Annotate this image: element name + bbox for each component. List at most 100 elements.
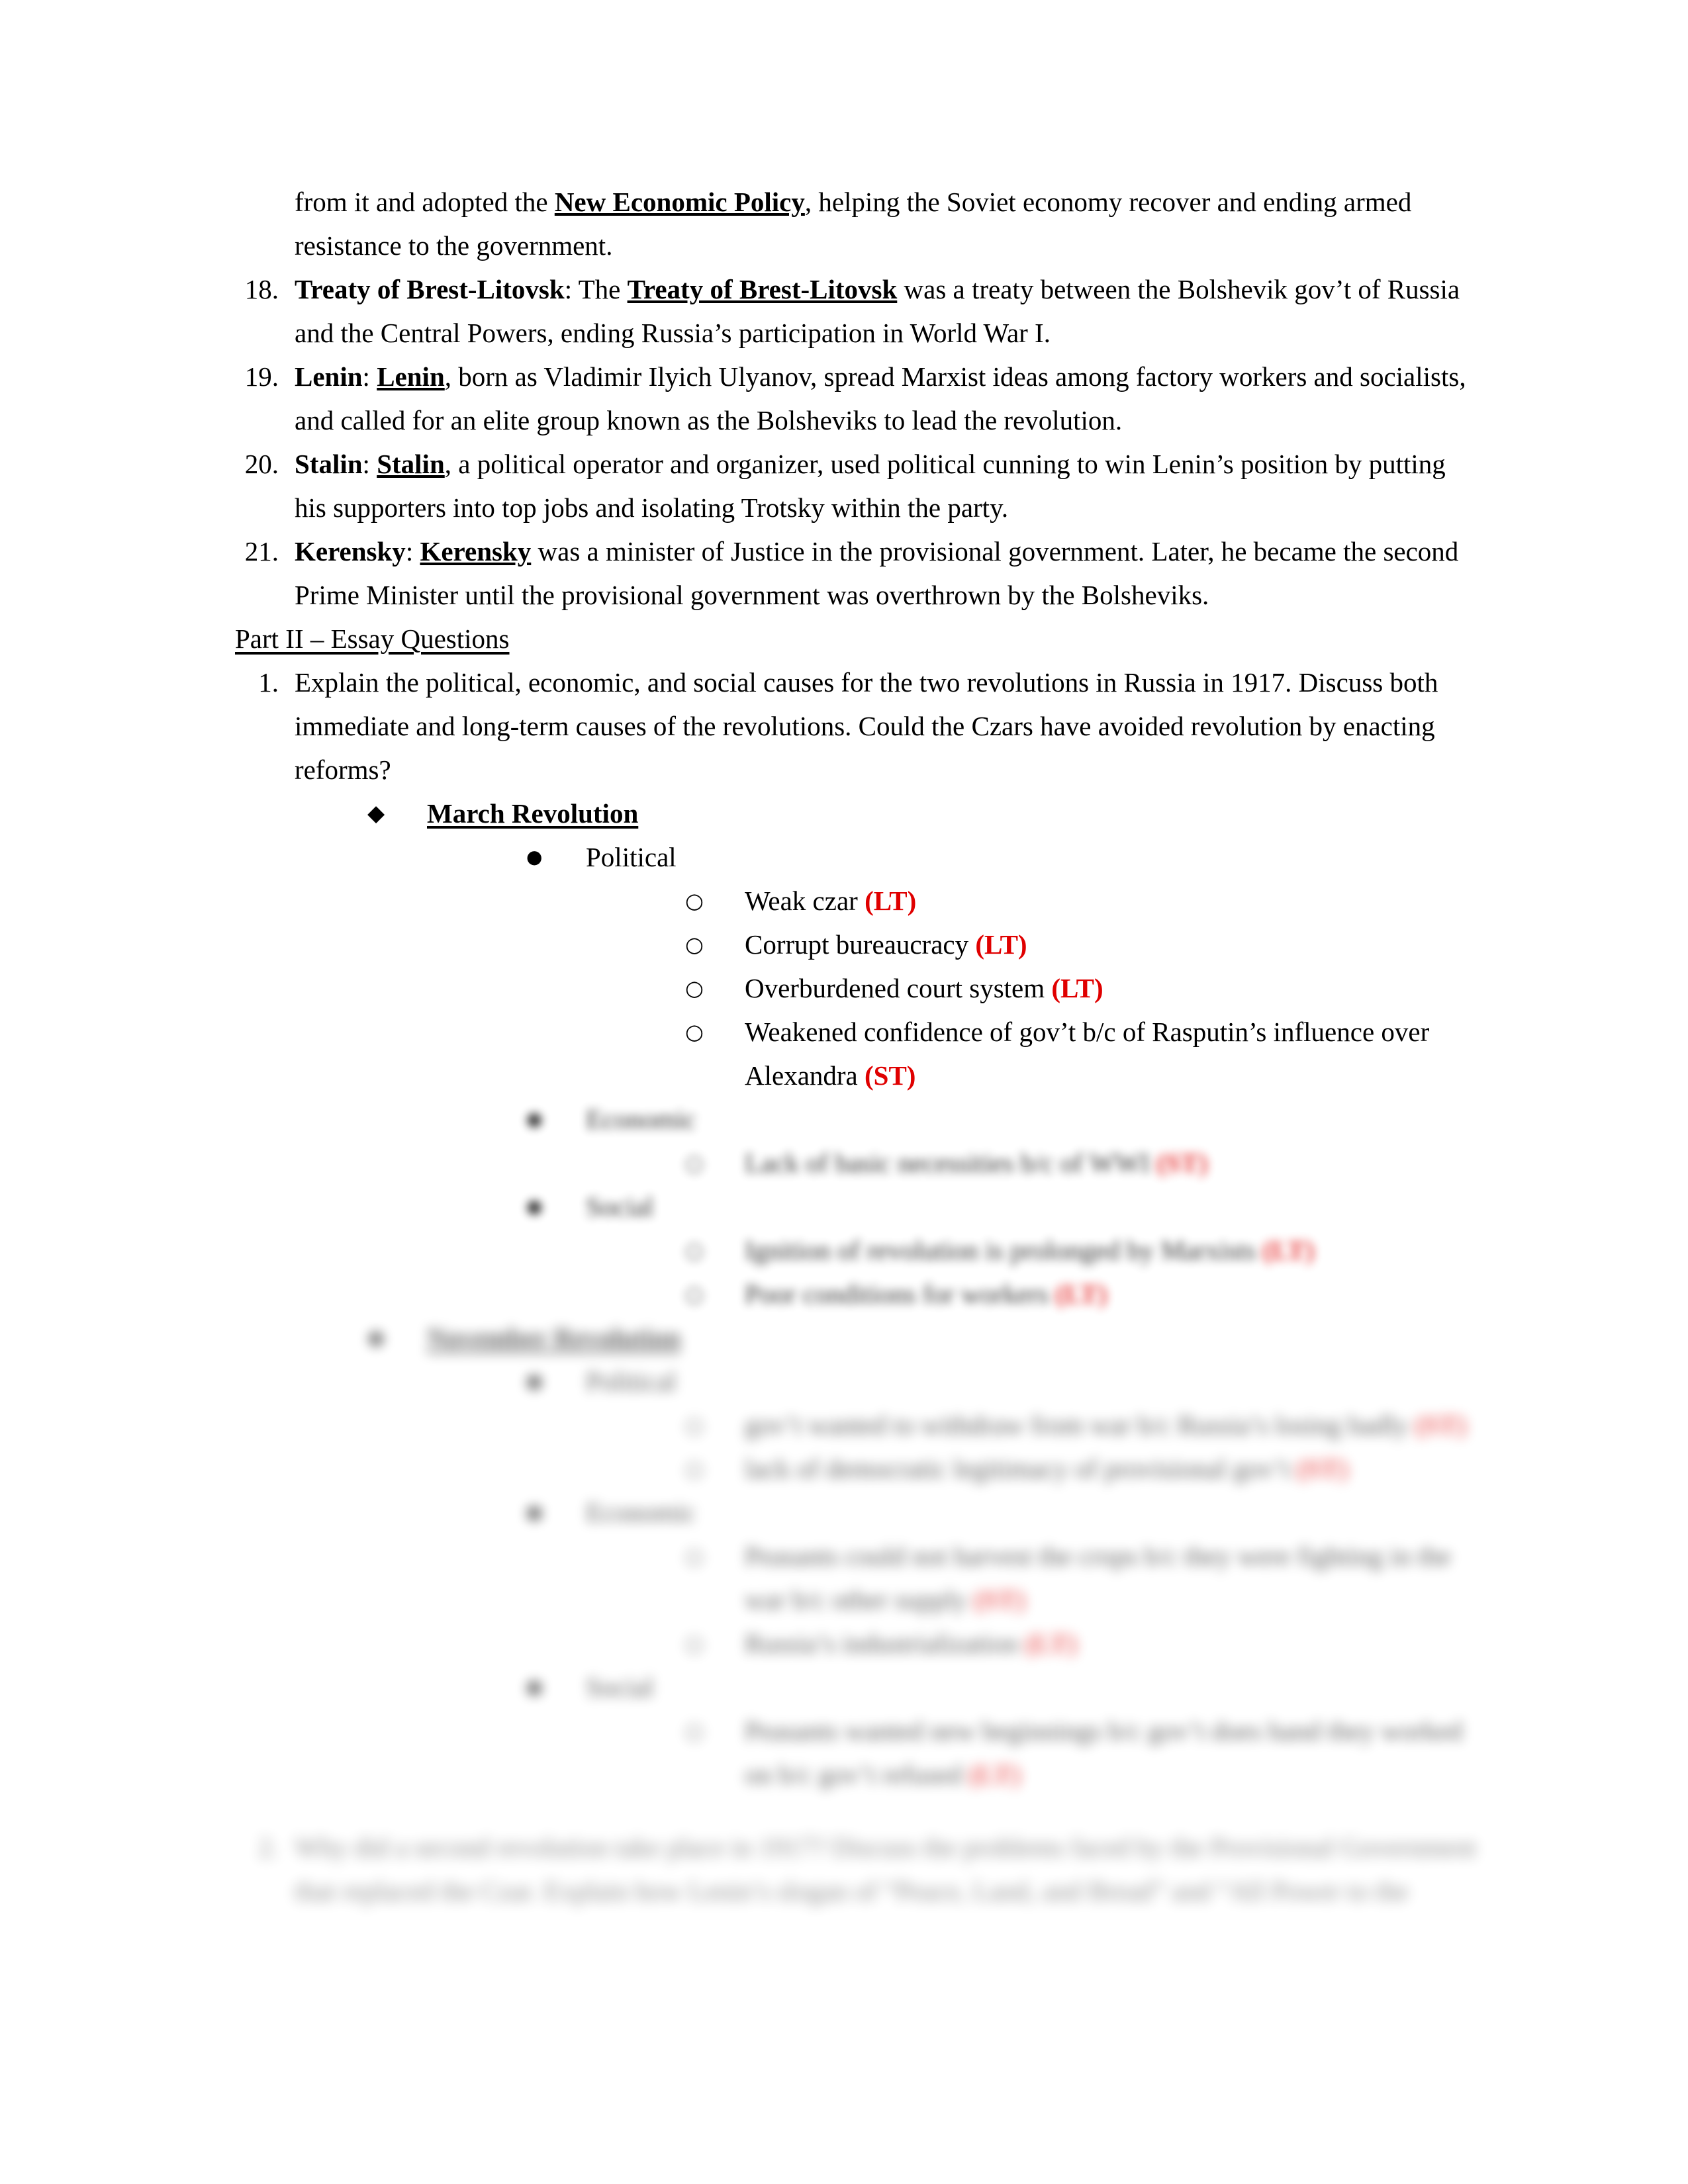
outline-point: ○ Poor conditions for workers (LT) <box>685 1272 1479 1316</box>
list-number: 2. <box>258 1832 279 1862</box>
duration-tag: (ST) <box>1296 1453 1348 1484</box>
outline-points: ○ Lack of basic necessities b/c of WWI (… <box>586 1141 1479 1185</box>
document-page: from it and adopted the New Economic Pol… <box>0 0 1688 2184</box>
outline-heading-label: March Revolution <box>427 798 639 829</box>
definition-separator: : <box>405 536 420 567</box>
definition-term-repeat: Kerensky <box>420 536 532 567</box>
outline-point-text: Overburdened court system <box>745 973 1045 1003</box>
duration-tag: (LT) <box>865 886 917 916</box>
circle-bullet-icon: ○ <box>685 1238 704 1263</box>
outline-point-text: Peasants could not harvest the crops b/c… <box>745 1541 1451 1615</box>
outline-points: ○ Peasants could not harvest the crops b… <box>586 1534 1479 1665</box>
outline-points: ○ gov’t wanted to withdraw from war b/c … <box>586 1403 1479 1490</box>
circle-bullet-icon: ○ <box>685 1718 704 1743</box>
definition-item-19: 19. Lenin: Lenin, born as Vladimir Ilyic… <box>235 355 1479 442</box>
disc-bullet-icon: ● <box>526 1501 543 1523</box>
outline-point: ○ Peasants could not harvest the crops b… <box>685 1534 1479 1621</box>
definition-body: , born as Vladimir Ilyich Ulyanov, sprea… <box>295 361 1466 435</box>
duration-tag: (ST) <box>1415 1410 1467 1440</box>
outline-point: ○ gov’t wanted to withdraw from war b/c … <box>685 1403 1479 1447</box>
outline-group-item: ● Political ○ gov’t wanted to withdraw f… <box>526 1359 1479 1490</box>
definition-separator: : The <box>564 274 628 304</box>
circle-bullet-icon: ○ <box>685 1150 704 1175</box>
duration-tag: (LT) <box>1262 1235 1315 1265</box>
outline-group-label: Economic <box>586 1104 696 1134</box>
outline-point-text: gov’t wanted to withdraw from war b/c Ru… <box>745 1410 1409 1440</box>
outline-point: ○ Peasants wanted new beginnings b/c gov… <box>685 1709 1479 1796</box>
outline-point: ○ Weak czar (LT) <box>685 879 1479 923</box>
circle-bullet-icon: ○ <box>685 1543 704 1569</box>
outline-point-text: Ignition of revolution is prolonged by M… <box>745 1235 1256 1265</box>
outline-point-text: Corrupt bureaucracy <box>745 929 969 960</box>
paragraph-continuation: from it and adopted the New Economic Pol… <box>235 180 1479 267</box>
outline-points: ○ Peasants wanted new beginnings b/c gov… <box>586 1709 1479 1796</box>
definition-term-repeat: Treaty of Brest-Litovsk <box>627 274 898 304</box>
outline-points: ○ Weak czar (LT) ○ Corrupt bureaucracy (… <box>586 879 1479 1097</box>
outline-heading-march-revolution: ◆ March Revolution ● Political ○ Weak cz… <box>367 792 1479 1316</box>
part-heading: Part II – Essay Questions <box>235 623 510 654</box>
definition-item-20: 20. Stalin: Stalin, a political operator… <box>235 442 1479 529</box>
outline-point-text: lack of democratic legitimacy of provisi… <box>745 1453 1290 1484</box>
essay-question-list-2: 2. Why did a second revolution take plac… <box>235 1825 1479 1913</box>
definition-item-18: 18. Treaty of Brest-Litovsk: The Treaty … <box>235 267 1479 355</box>
definition-list: 18. Treaty of Brest-Litovsk: The Treaty … <box>235 267 1479 617</box>
definition-term: Kerensky <box>295 536 406 567</box>
outline-point-text: Poor conditions for workers <box>745 1279 1049 1309</box>
continuation-text-before: from it and adopted the <box>295 187 555 217</box>
definition-term-repeat: Stalin <box>377 449 445 479</box>
list-number: 19. <box>244 361 279 392</box>
disc-bullet-icon: ● <box>526 846 543 868</box>
definition-term: Treaty of Brest-Litovsk <box>295 274 565 304</box>
definition-term-repeat: Lenin <box>377 361 445 392</box>
outline-point: ○ lack of democratic legitimacy of provi… <box>685 1447 1479 1490</box>
outline-group-label: Political <box>586 842 677 872</box>
outline-point: ○ Corrupt bureaucracy (LT) <box>685 923 1479 966</box>
list-number: 20. <box>244 449 279 479</box>
disc-bullet-icon: ● <box>526 1370 543 1392</box>
essay-question-list: 1. Explain the political, economic, and … <box>235 660 1479 792</box>
essay-question-prompt: Explain the political, economic, and soc… <box>295 667 1438 785</box>
outline-point: ○ Weakened confidence of gov’t b/c of Ra… <box>685 1010 1479 1097</box>
essay-question-2: 2. Why did a second revolution take plac… <box>235 1825 1479 1913</box>
definition-separator: : <box>362 449 377 479</box>
outline-november-revolution: ◆ November Revolution ● Political ○ gov’… <box>235 1316 1479 1796</box>
outline-point: ○ Overburdened court system (LT) <box>685 966 1479 1010</box>
outline-group-political: ● Political ○ Weak czar (LT) ○ Corrupt b… <box>427 835 1479 1316</box>
definition-body: , a political operator and organizer, us… <box>295 449 1446 523</box>
list-number: 18. <box>244 274 279 304</box>
outline-group-item: ● Social ○ Ignition of revolution is pro… <box>526 1185 1479 1316</box>
outline-group-label: Social <box>586 1672 654 1702</box>
outline-heading-november-revolution: ◆ November Revolution ● Political ○ gov’… <box>367 1316 1479 1796</box>
duration-tag: (ST) <box>865 1060 916 1091</box>
definition-item-21: 21. Kerensky: Kerensky was a minister of… <box>235 529 1479 617</box>
circle-bullet-icon: ○ <box>685 1412 704 1437</box>
definition-separator: : <box>362 361 377 392</box>
term-new-economic-policy: New Economic Policy <box>554 187 805 217</box>
outline-point-text: Peasants wanted new beginnings b/c gov’t… <box>745 1715 1463 1790</box>
disc-bullet-icon: ● <box>526 1676 543 1698</box>
diamond-bullet-icon: ◆ <box>367 1324 385 1351</box>
definition-term: Lenin <box>295 361 363 392</box>
list-number: 1. <box>258 667 279 698</box>
circle-bullet-icon: ○ <box>685 1281 704 1306</box>
circle-bullet-icon: ○ <box>685 932 704 957</box>
diamond-bullet-icon: ◆ <box>367 800 385 827</box>
outline-point-text: Lack of basic necessities b/c of WWI <box>745 1148 1150 1178</box>
duration-tag: (LT) <box>968 1759 1021 1790</box>
outline-group-label: Economic <box>586 1497 696 1527</box>
outline-group-label: Political <box>586 1366 677 1396</box>
outline-heading-label: November Revolution <box>427 1322 681 1353</box>
circle-bullet-icon: ○ <box>685 888 704 913</box>
outline-point: ○ Russia’s industrialization (LT) <box>685 1621 1479 1665</box>
duration-tag: (LT) <box>1055 1279 1107 1309</box>
duration-tag: (LT) <box>975 929 1027 960</box>
outline-group-list: ● Political ○ gov’t wanted to withdraw f… <box>427 1359 1479 1796</box>
list-number: 21. <box>244 536 279 567</box>
outline-points: ○ Ignition of revolution is prolonged by… <box>586 1228 1479 1316</box>
outline-group-item: ● Political ○ Weak czar (LT) ○ Corrupt b… <box>526 835 1479 1097</box>
outline-point: ○ Lack of basic necessities b/c of WWI (… <box>685 1141 1479 1185</box>
disc-bullet-icon: ● <box>526 1108 543 1130</box>
circle-bullet-icon: ○ <box>685 1019 704 1044</box>
outline-point-text: Weak czar <box>745 886 858 916</box>
